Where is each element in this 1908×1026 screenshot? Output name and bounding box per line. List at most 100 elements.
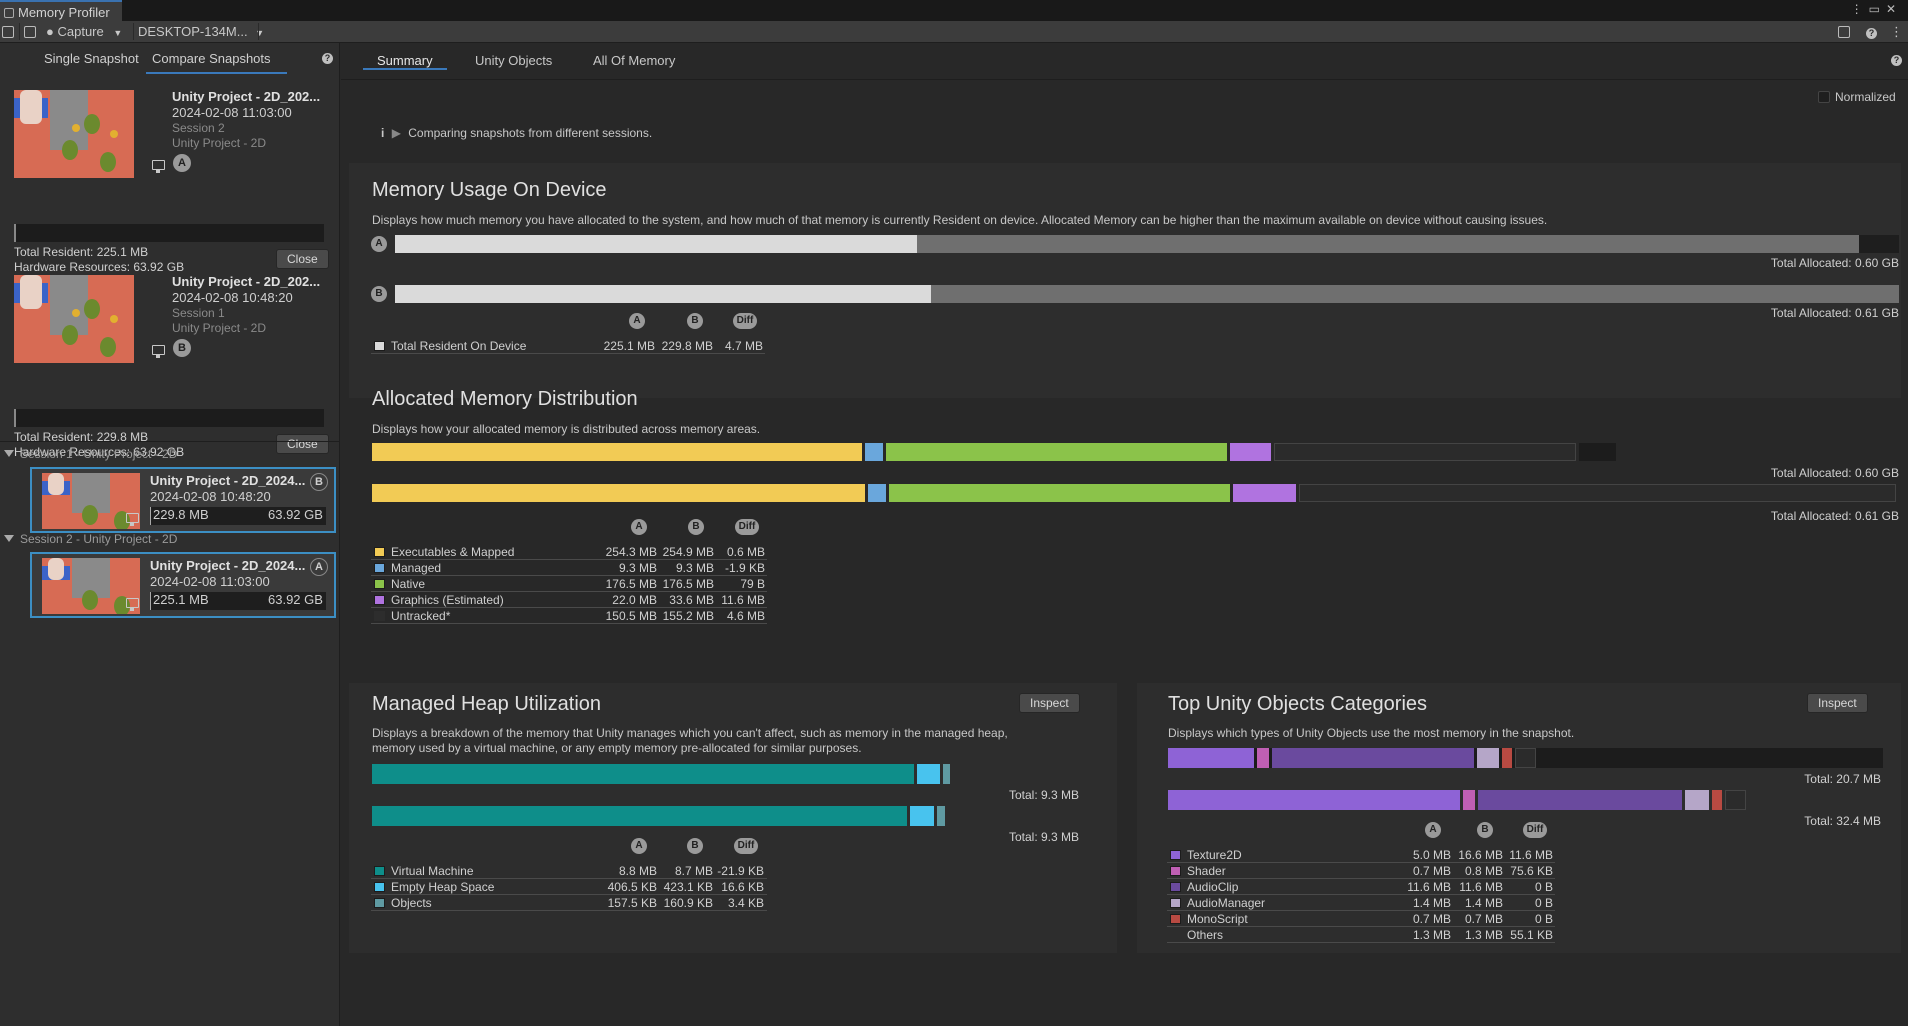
divider xyxy=(0,441,340,442)
snapshot-name: Unity Project - 2D_2024... xyxy=(150,558,306,573)
segment-managed[interactable] xyxy=(865,443,883,461)
details-toggle-button[interactable] xyxy=(1838,21,1850,42)
import-button[interactable] xyxy=(24,21,36,42)
table-row[interactable]: Empty Heap Space 406.5 KB 423.1 KB 16.6 KB xyxy=(371,879,767,895)
segment-empty-heap[interactable] xyxy=(910,806,934,826)
monitor-icon xyxy=(126,598,139,611)
table-row[interactable]: Native 176.5 MB 176.5 MB 79 B xyxy=(371,576,767,592)
help-icon[interactable]: ? xyxy=(1891,55,1902,66)
heap-bar-b[interactable] xyxy=(372,806,1077,826)
segment-audioclip[interactable] xyxy=(1272,748,1474,768)
table-row[interactable]: Executables & Mapped 254.3 MB 254.9 MB 0.6 … xyxy=(371,544,767,560)
toggle-panel-button[interactable] xyxy=(2,21,14,42)
segment-executables[interactable] xyxy=(372,443,862,461)
segment-monoscript[interactable] xyxy=(1712,790,1722,810)
expand-arrow-icon: ▶ xyxy=(391,126,401,140)
maximize-icon[interactable]: ▭ xyxy=(1869,2,1886,16)
segment-texture2d[interactable] xyxy=(1168,748,1254,768)
segment-graphics[interactable] xyxy=(1233,484,1296,502)
close-button[interactable]: Close xyxy=(276,249,329,269)
snapshot-date: 2024-02-08 10:48:20 xyxy=(150,489,271,504)
segment-native[interactable] xyxy=(886,443,1227,461)
session-header-2[interactable]: Session 2 - Unity Project - 2D xyxy=(4,532,177,546)
toolbar-menu-button[interactable]: ⋮ xyxy=(1890,21,1903,42)
segment-managed[interactable] xyxy=(868,484,886,502)
row-value-a: 157.5 KB xyxy=(607,896,657,910)
snapshot-usage-bar xyxy=(14,224,324,242)
segment-executables[interactable] xyxy=(372,484,865,502)
session-snapshot-item[interactable]: Unity Project - 2D_2024... 2024-02-08 11… xyxy=(30,552,336,618)
segment-empty-heap[interactable] xyxy=(917,764,940,784)
capture-button[interactable]: ● Capture ▼ xyxy=(46,21,122,42)
camera-icon: ● xyxy=(46,24,54,39)
comparison-notice[interactable]: i ▶ Comparing snapshots from different s… xyxy=(381,126,652,140)
normalized-checkbox[interactable] xyxy=(1818,91,1830,103)
table-row[interactable]: Untracked* 150.5 MB 155.2 MB 4.6 MB xyxy=(371,608,767,624)
distribution-bar-a[interactable] xyxy=(372,443,1899,461)
kebab-menu-icon[interactable]: ⋮ xyxy=(1851,2,1869,16)
help-icon[interactable]: ? xyxy=(322,53,333,64)
snapshot-session: Session 2 xyxy=(172,121,225,135)
row-value-b: 0.7 MB xyxy=(1464,912,1503,926)
distribution-table: A B Diff Executables & Mapped 254.3 MB 254.9 … xyxy=(371,519,831,659)
segment-objects[interactable] xyxy=(937,806,945,826)
snapshot-badge-a: A xyxy=(173,154,191,172)
snapshot-badge-b: B xyxy=(310,473,328,491)
segment-others[interactable] xyxy=(1515,748,1536,768)
row-value-diff: 0 B xyxy=(1534,912,1553,926)
table-row[interactable]: Others 1.3 MB 1.3 MB 55.1 KB xyxy=(1167,927,1555,943)
window-title: Memory Profiler xyxy=(18,5,110,20)
session-header-1[interactable]: Session 1 - Unity Project - 2D xyxy=(4,447,177,461)
table-row[interactable]: AudioManager 1.4 MB 1.4 MB 0 B xyxy=(1167,895,1555,911)
distribution-bar-b[interactable] xyxy=(372,484,1899,502)
table-row[interactable]: Graphics (Estimated) 22.0 MB 33.6 MB 11.6 M… xyxy=(371,592,767,608)
row-value-b: 229.8 MB xyxy=(661,339,713,353)
segment-monoscript[interactable] xyxy=(1502,748,1512,768)
segment-graphics[interactable] xyxy=(1230,443,1271,461)
help-button[interactable]: ? xyxy=(1866,21,1877,42)
objects-bar-a[interactable] xyxy=(1168,748,1883,768)
table-row[interactable]: Texture2D 5.0 MB 16.6 MB 11.6 MB xyxy=(1167,847,1555,863)
segment-virtual-machine[interactable] xyxy=(372,764,914,784)
segment-texture2d[interactable] xyxy=(1168,790,1460,810)
inspect-objects-button[interactable]: Inspect xyxy=(1807,693,1868,713)
segment-untracked[interactable] xyxy=(1274,443,1576,461)
tab-all-of-memory[interactable]: All Of Memory xyxy=(593,53,675,68)
session-snapshot-item[interactable]: Unity Project - 2D_2024... 2024-02-08 10… xyxy=(30,467,336,533)
segment-objects[interactable] xyxy=(943,764,950,784)
summary-view: Summary Unity Objects All Of Memory ? No… xyxy=(341,43,1908,1026)
segment-shader[interactable] xyxy=(1463,790,1475,810)
segment-shader[interactable] xyxy=(1257,748,1269,768)
row-value-a: 1.4 MB xyxy=(1412,896,1451,910)
snapshot-card-a[interactable]: Unity Project - 2D_202... 2024-02-08 11:… xyxy=(14,89,329,280)
table-row[interactable]: Shader 0.7 MB 0.8 MB 75.6 KB xyxy=(1167,863,1555,879)
table-row[interactable]: Total Resident On Device 225.1 MB 229.8 MB… xyxy=(371,338,765,354)
tab-summary[interactable]: Summary xyxy=(363,53,447,70)
snapshot-card-b[interactable]: Unity Project - 2D_202... 2024-02-08 10:… xyxy=(14,274,329,465)
segment-others[interactable] xyxy=(1725,790,1746,810)
segment-native[interactable] xyxy=(889,484,1230,502)
segment-unused[interactable] xyxy=(1579,443,1616,461)
row-value-a: 406.5 KB xyxy=(607,880,657,894)
segment-untracked[interactable] xyxy=(1299,484,1896,502)
close-button[interactable]: Close xyxy=(276,434,329,454)
tab-compare-snapshots[interactable]: Compare Snapshots xyxy=(146,51,287,74)
table-row[interactable]: Managed 9.3 MB 9.3 MB -1.9 KB xyxy=(371,560,767,576)
inspect-heap-button[interactable]: Inspect xyxy=(1019,693,1080,713)
table-row[interactable]: Objects 157.5 KB 160.9 KB 3.4 KB xyxy=(371,895,767,911)
table-row[interactable]: MonoScript 0.7 MB 0.7 MB 0 B xyxy=(1167,911,1555,927)
tab-single-snapshot[interactable]: Single Snapshot xyxy=(44,51,139,66)
table-row[interactable]: AudioClip 11.6 MB 11.6 MB 0 B xyxy=(1167,879,1555,895)
table-row[interactable]: Virtual Machine 8.8 MB 8.7 MB -21.9 KB xyxy=(371,863,767,879)
objects-bar-b[interactable] xyxy=(1168,790,1883,810)
segment-audioclip[interactable] xyxy=(1478,790,1682,810)
window-tab[interactable]: Memory Profiler xyxy=(0,0,122,21)
segment-audiomanager[interactable] xyxy=(1477,748,1499,768)
segment-audiomanager[interactable] xyxy=(1685,790,1709,810)
snapshot-date: 2024-02-08 11:03:00 xyxy=(150,574,270,589)
segment-virtual-machine[interactable] xyxy=(372,806,907,826)
heap-bar-a[interactable] xyxy=(372,764,1077,784)
tab-unity-objects[interactable]: Unity Objects xyxy=(475,53,552,68)
target-dropdown[interactable]: DESKTOP-134M... ▼ xyxy=(138,21,264,42)
close-icon[interactable]: ✕ xyxy=(1886,2,1902,16)
